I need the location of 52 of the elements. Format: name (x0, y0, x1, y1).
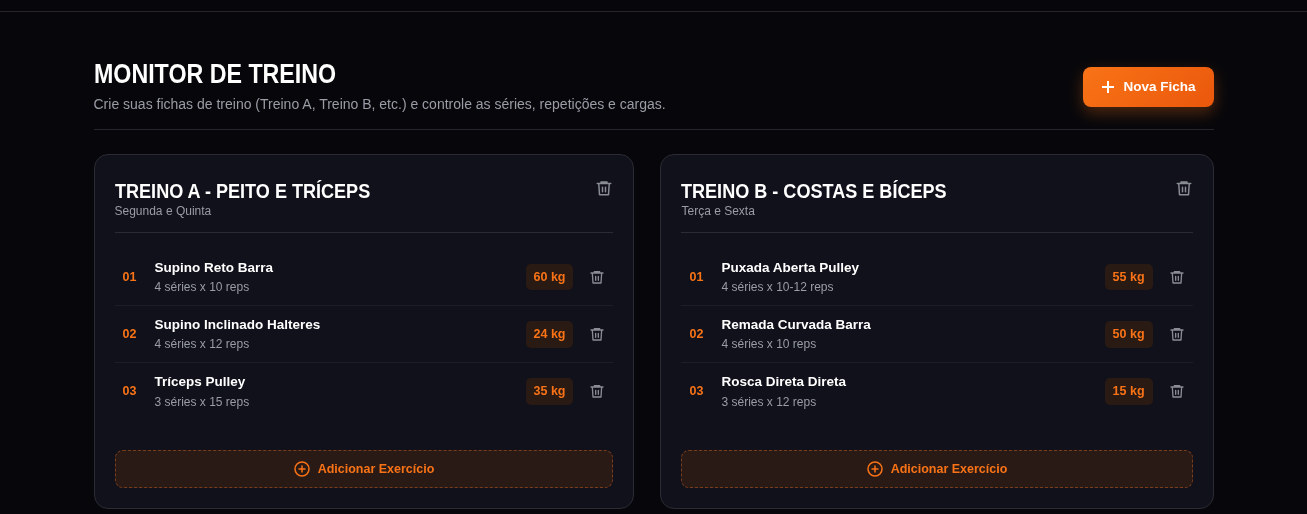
plan-title: TREINO B - COSTAS E BÍCEPS (681, 178, 948, 202)
exercise-name: Remada Curvada Barra (721, 316, 872, 335)
delete-exercise-button[interactable] (1168, 268, 1185, 285)
delete-exercise-button[interactable] (589, 326, 606, 343)
new-plan-button[interactable]: Nova Ficha (1083, 67, 1214, 108)
load-badge: 15 kg (1104, 378, 1153, 405)
page-subtitle: Crie suas fichas de treino (Treino A, Treino B, etc.) e controle as séries, repetições e cargas. (93, 94, 666, 114)
exercise-name: Supino Inclinado Halteres (154, 316, 322, 335)
trash-icon (1174, 178, 1193, 197)
exercise-number: 02 (689, 325, 705, 343)
delete-exercise-button[interactable] (589, 268, 606, 285)
exercise-detail: 4 séries x 12 reps (154, 336, 251, 354)
exercise-number: 01 (689, 268, 705, 286)
exercise-number: 03 (689, 383, 705, 401)
plus-circle-icon (293, 460, 310, 477)
trash-icon (1168, 383, 1185, 400)
plan-title: TREINO A - PEITO E TRÍCEPS (114, 178, 370, 202)
exercise-number: 02 (122, 325, 138, 343)
plan-days: Segunda e Quinta (114, 201, 412, 220)
exercise-detail: 4 séries x 10 reps (154, 279, 251, 297)
page-title: MONITOR DE TREINO (93, 60, 337, 90)
load-badge: 55 kg (1104, 263, 1153, 291)
plus-circle-icon (866, 460, 883, 477)
exercise-detail: 4 séries x 10-12 reps (721, 279, 835, 297)
exercise-detail: 3 séries x 15 reps (154, 393, 251, 411)
trash-icon (589, 268, 606, 285)
exercise-number: 01 (122, 268, 138, 286)
exercise-number: 03 (122, 383, 138, 401)
delete-exercise-button[interactable] (1168, 383, 1185, 400)
delete-plan-button[interactable] (595, 178, 614, 197)
trash-icon (589, 326, 606, 343)
delete-exercise-button[interactable] (1168, 326, 1185, 343)
exercise-name: Tríceps Pulley (154, 373, 247, 392)
load-badge: 24 kg (525, 320, 574, 348)
add-exercise-button[interactable]: Adicionar Exercício (681, 449, 1193, 489)
plus-icon (1101, 80, 1116, 95)
exercise-name: Rosca Direta Direta (721, 373, 848, 392)
plan-days: Terça e Sexta (681, 201, 991, 220)
exercise-detail: 4 séries x 10 reps (721, 336, 818, 354)
trash-icon (595, 178, 614, 197)
delete-plan-button[interactable] (1174, 178, 1193, 197)
trash-icon (1168, 268, 1185, 285)
trash-icon (589, 383, 606, 400)
exercise-name: Puxada Aberta Pulley (721, 258, 861, 277)
trash-icon (1168, 326, 1185, 343)
exercise-detail: 3 séries x 12 reps (721, 393, 818, 411)
load-badge: 35 kg (525, 378, 574, 405)
delete-exercise-button[interactable] (589, 383, 606, 400)
load-badge: 50 kg (1104, 320, 1153, 348)
load-badge: 60 kg (525, 263, 574, 291)
add-exercise-button[interactable]: Adicionar Exercício (114, 449, 614, 489)
exercise-name: Supino Reto Barra (154, 258, 274, 277)
